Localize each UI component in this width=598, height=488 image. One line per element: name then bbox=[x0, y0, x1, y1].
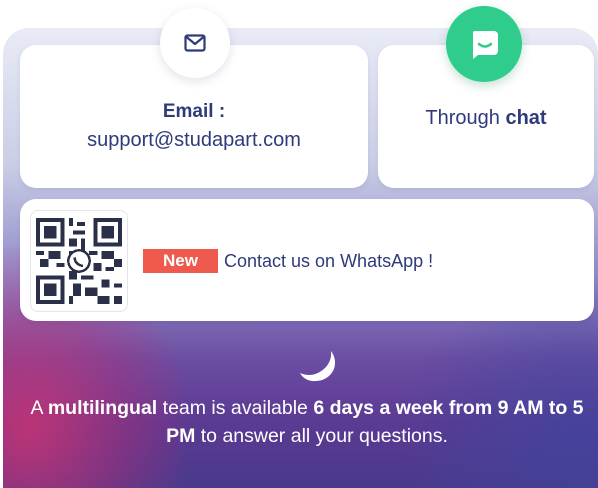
chat-bubble-icon[interactable] bbox=[446, 6, 522, 82]
mail-icon bbox=[160, 8, 230, 78]
email-title: Email : bbox=[162, 101, 226, 122]
qr-code-icon[interactable] bbox=[30, 210, 128, 312]
whatsapp-link[interactable]: Contact us on WhatsApp ! bbox=[224, 249, 433, 273]
email-address-link[interactable]: support@studapart.com bbox=[20, 129, 368, 152]
smile-swoosh-icon bbox=[300, 351, 335, 382]
new-badge: New bbox=[143, 249, 218, 273]
chat-label: Through chat bbox=[425, 107, 547, 129]
availability-text: A multilingual team is available 6 days … bbox=[30, 397, 584, 447]
